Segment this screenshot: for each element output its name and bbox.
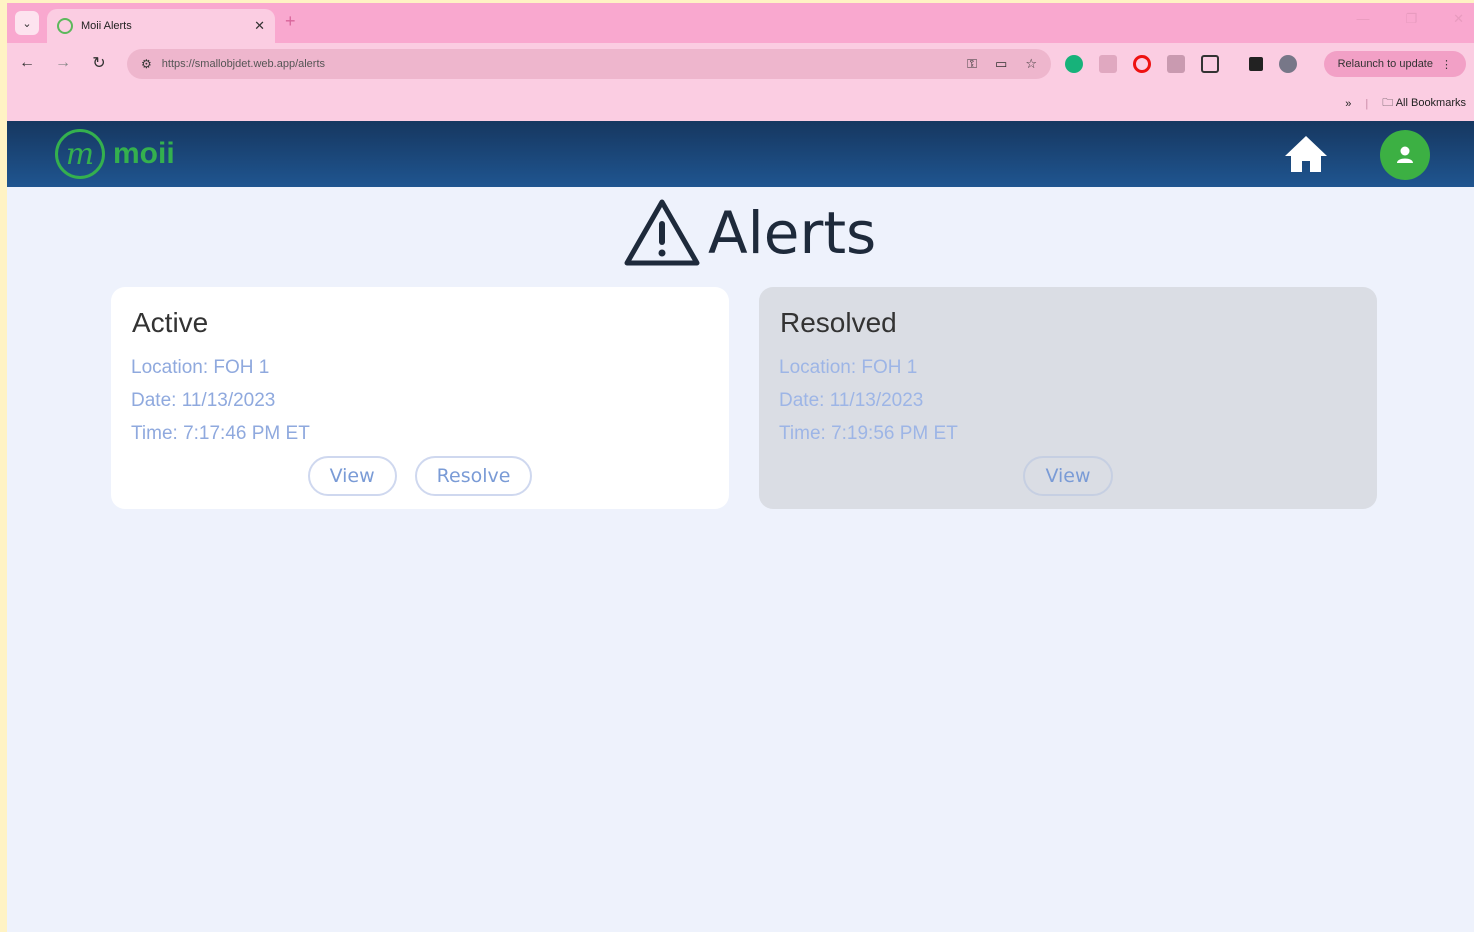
logo-text: moii xyxy=(113,137,175,170)
alert-location: Location: FOH 1 xyxy=(131,357,270,378)
minimize-icon[interactable]: — xyxy=(1356,11,1369,27)
home-icon[interactable] xyxy=(1283,134,1329,174)
browser-tab[interactable]: Moii Alerts ✕ xyxy=(47,9,275,43)
logo-mark: m xyxy=(55,129,105,179)
avatar[interactable] xyxy=(1380,130,1430,180)
address-bar[interactable]: ⚙ https://smallobjdet.web.app/alerts ⚿ ▭… xyxy=(127,49,1051,79)
relaunch-button[interactable]: Relaunch to update ⋮ xyxy=(1323,51,1466,77)
url-text[interactable]: https://smallobjdet.web.app/alerts xyxy=(162,58,967,70)
tab-strip: ⌄ Moii Alerts ✕ + — ❐ ✕ xyxy=(7,3,1474,43)
site-settings-icon[interactable]: ⚙ xyxy=(141,57,152,71)
view-button[interactable]: View xyxy=(1023,456,1113,496)
tab-title: Moii Alerts xyxy=(81,20,132,32)
key-icon[interactable]: ⚿ xyxy=(967,56,977,72)
bookmark-star-icon[interactable]: ☆ xyxy=(1025,56,1037,72)
browser-window: ⌄ Moii Alerts ✕ + — ❐ ✕ ← → ↻ ⚙ https://… xyxy=(7,3,1474,932)
extensions xyxy=(1065,55,1297,73)
page-title: Alerts xyxy=(708,199,877,267)
app-header: m moii xyxy=(7,121,1474,187)
bookmarks-overflow-icon[interactable]: » xyxy=(1345,98,1351,110)
sidebar-icon[interactable] xyxy=(1249,57,1263,71)
opera-icon[interactable] xyxy=(1133,55,1151,73)
chevron-down-icon: ⌄ xyxy=(22,17,32,30)
page-heading: Alerts xyxy=(622,197,876,269)
alert-time: Time: 7:17:46 PM ET xyxy=(131,423,310,444)
warning-icon xyxy=(624,199,700,266)
profile-icon[interactable] xyxy=(1279,55,1297,73)
alert-status: Active xyxy=(132,307,209,338)
view-button[interactable]: View xyxy=(307,456,397,496)
alert-date: Date: 11/13/2023 xyxy=(779,390,924,411)
all-bookmarks[interactable]: 🗀 All Bookmarks xyxy=(1382,94,1466,113)
extension-icon-2[interactable] xyxy=(1167,55,1185,73)
close-icon[interactable]: ✕ xyxy=(254,18,265,34)
window-controls: — ❐ ✕ xyxy=(1356,11,1464,27)
resolve-button[interactable]: Resolve xyxy=(414,456,533,496)
alert-card-active: Active Location: FOH 1 Date: 11/13/2023 … xyxy=(111,287,729,509)
all-bookmarks-label: All Bookmarks xyxy=(1395,97,1466,109)
close-window-icon[interactable]: ✕ xyxy=(1453,11,1464,27)
cast-icon[interactable]: ▭ xyxy=(995,56,1007,72)
tab-search-button[interactable]: ⌄ xyxy=(15,11,39,35)
alert-location: Location: FOH 1 xyxy=(779,357,918,378)
logo[interactable]: m moii xyxy=(55,129,175,179)
more-icon[interactable]: ⋮ xyxy=(1441,58,1452,71)
reload-icon[interactable]: ↻ xyxy=(83,53,115,73)
maximize-icon[interactable]: ❐ xyxy=(1405,11,1417,27)
favicon-icon xyxy=(57,18,73,34)
puzzle-icon[interactable] xyxy=(1201,55,1219,73)
alert-time: Time: 7:19:56 PM ET xyxy=(779,423,958,444)
alert-card-resolved: Resolved Location: FOH 1 Date: 11/13/202… xyxy=(759,287,1377,509)
alert-date: Date: 11/13/2023 xyxy=(131,390,276,411)
new-tab-button[interactable]: + xyxy=(285,11,296,32)
grammarly-icon[interactable] xyxy=(1065,55,1083,73)
user-icon xyxy=(1397,146,1413,163)
forward-icon[interactable]: → xyxy=(47,54,79,72)
bookmarks-bar: » | 🗀 All Bookmarks xyxy=(7,83,1474,121)
back-icon[interactable]: ← xyxy=(11,54,43,72)
extension-icon[interactable] xyxy=(1099,55,1117,73)
browser-toolbar: ← → ↻ ⚙ https://smallobjdet.web.app/aler… xyxy=(7,43,1474,83)
alert-status: Resolved xyxy=(780,307,897,338)
relaunch-label: Relaunch to update xyxy=(1337,58,1433,70)
folder-icon: 🗀 xyxy=(1382,97,1394,109)
